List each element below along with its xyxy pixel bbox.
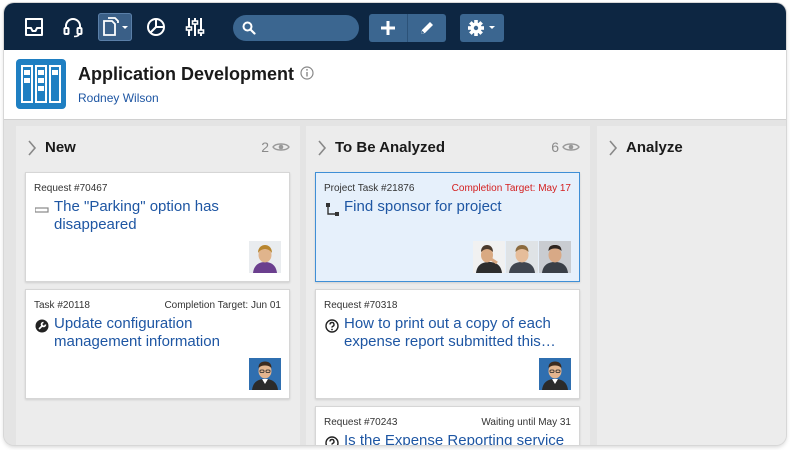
settings-button[interactable]	[460, 14, 504, 42]
inbox-icon[interactable]	[20, 13, 48, 41]
edit-button[interactable]	[407, 14, 446, 42]
edit-icon	[421, 22, 433, 34]
pie-chart-icon[interactable]	[142, 13, 170, 41]
column-header[interactable]: New 2	[16, 126, 300, 166]
add-icon	[381, 21, 395, 35]
chevron-right-icon[interactable]	[317, 140, 327, 156]
column-title: New	[45, 139, 76, 156]
card-project-task-21876[interactable]: Project Task #21876 Completion Target: M…	[315, 172, 580, 282]
card-title-link[interactable]: The "Parking" option has disappeared	[54, 198, 280, 234]
assignees	[249, 358, 281, 390]
card-title-link[interactable]: Is the Expense Reporting service	[344, 432, 570, 445]
search-input[interactable]	[261, 18, 355, 38]
search-field[interactable]	[233, 15, 359, 41]
assignees	[473, 241, 571, 273]
eye-icon[interactable]	[272, 141, 290, 153]
column-new: New 2 Request #70467 The "Parking" optio…	[16, 126, 300, 445]
avatar[interactable]	[539, 241, 571, 273]
chevron-down-icon	[489, 26, 495, 29]
gear-icon	[468, 20, 495, 36]
chevron-right-icon[interactable]	[608, 140, 618, 156]
add-button[interactable]	[369, 14, 407, 42]
dash-icon	[35, 207, 49, 213]
avatar[interactable]	[506, 241, 538, 273]
waiting-until: Waiting until May 31	[481, 417, 571, 428]
card-type: Project Task #21876	[324, 183, 415, 194]
card-task-20118[interactable]: Task #20118 Completion Target: Jun 01 Up…	[25, 289, 290, 399]
eye-icon[interactable]	[562, 141, 580, 153]
avatar[interactable]	[539, 358, 571, 390]
sliders-icon[interactable]	[181, 13, 209, 41]
kanban-board: New 2 Request #70467 The "Parking" optio…	[4, 120, 786, 445]
column-title: Analyze	[626, 139, 683, 156]
app-header: Application Development Rodney Wilson	[4, 50, 786, 120]
avatar[interactable]	[249, 358, 281, 390]
question-icon	[325, 436, 339, 445]
column-to-be-analyzed: To Be Analyzed 6 Project Task #21876 Com…	[306, 126, 590, 445]
card-type: Request #70243	[324, 417, 398, 428]
card-request-70243[interactable]: Request #70243 Waiting until May 31 Is t…	[315, 406, 580, 445]
page-title: Application Development	[78, 64, 295, 84]
search-icon	[242, 21, 256, 35]
column-header[interactable]: Analyze	[597, 126, 786, 166]
card-title-link[interactable]: How to print out a copy of each expense …	[344, 315, 570, 351]
card-type: Task #20118	[34, 300, 90, 311]
card-type: Request #70318	[324, 300, 398, 311]
column-analyze: Analyze	[597, 126, 786, 445]
card-request-70467[interactable]: Request #70467 The "Parking" option has …	[25, 172, 290, 282]
column-count: 2	[261, 139, 269, 155]
headset-icon[interactable]	[59, 13, 87, 41]
card-type: Request #70467	[34, 183, 108, 194]
avatar[interactable]	[473, 241, 505, 273]
column-header[interactable]: To Be Analyzed 6	[306, 126, 590, 166]
hierarchy-icon	[326, 203, 339, 216]
avatar[interactable]	[249, 241, 281, 273]
assignees	[539, 358, 571, 390]
completion-target: Completion Target: Jun 01	[164, 300, 281, 311]
completion-target: Completion Target: May 17	[451, 183, 571, 194]
wrench-icon	[35, 319, 49, 333]
kanban-board-icon	[16, 59, 66, 109]
card-title-link[interactable]: Update configuration management informat…	[54, 315, 280, 351]
info-icon[interactable]	[300, 66, 314, 80]
documents-icon[interactable]	[98, 13, 132, 41]
column-title: To Be Analyzed	[335, 139, 446, 156]
column-count: 6	[551, 139, 559, 155]
question-icon	[325, 319, 339, 333]
owner-link[interactable]: Rodney Wilson	[78, 91, 159, 105]
card-title-link[interactable]: Find sponsor for project	[344, 198, 570, 216]
app-window: Application Development Rodney Wilson Ne…	[4, 3, 786, 445]
action-buttons	[369, 14, 446, 42]
chevron-right-icon[interactable]	[27, 140, 37, 156]
card-request-70318[interactable]: Request #70318 How to print out a copy o…	[315, 289, 580, 399]
top-toolbar	[4, 3, 786, 50]
assignees	[249, 241, 281, 273]
